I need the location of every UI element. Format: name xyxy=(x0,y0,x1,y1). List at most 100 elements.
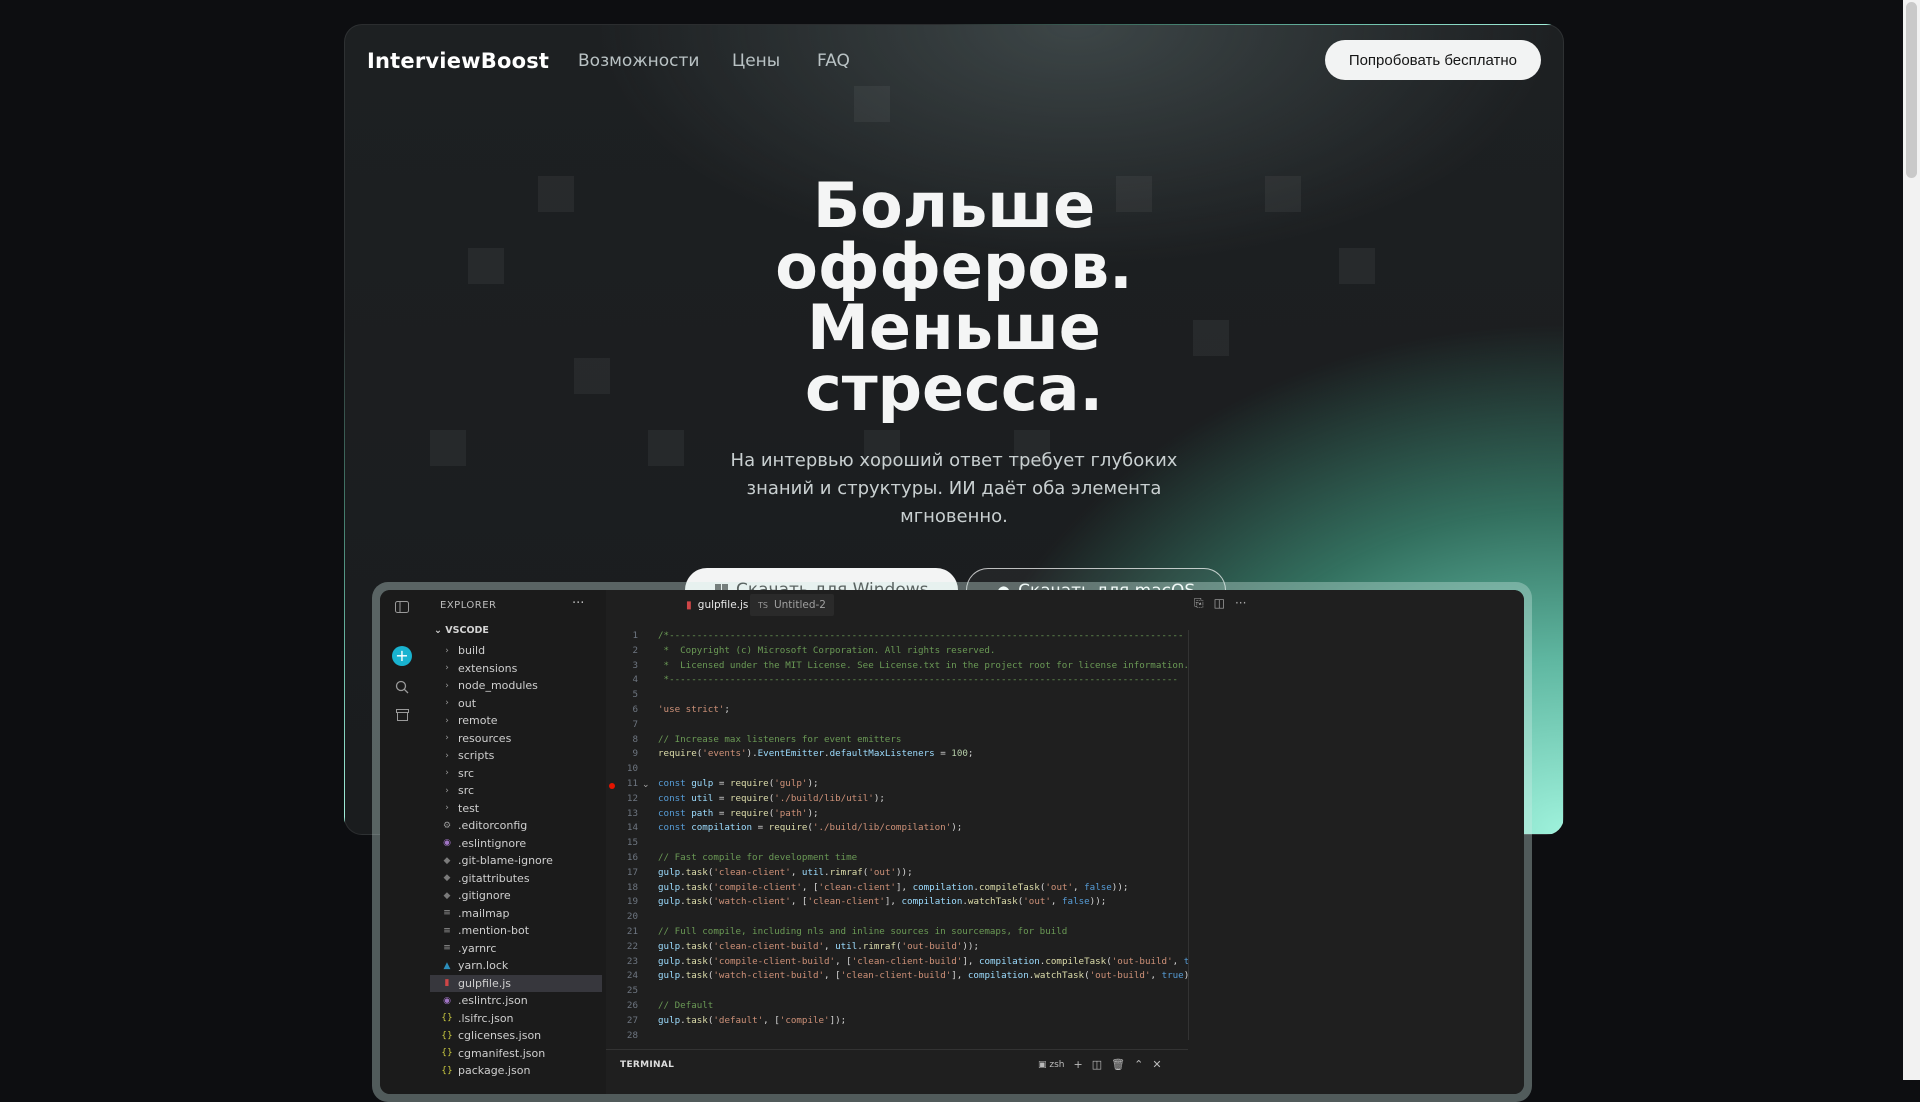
tree-file[interactable]: ◆ .git-blame-ignore xyxy=(426,852,606,870)
ide-preview-frame: + EXPLORER ··· ⌄ VSCODE › build › extension… xyxy=(372,582,1532,1102)
nav-link-faq[interactable]: FAQ xyxy=(817,51,850,71)
breakpoint-icon[interactable] xyxy=(609,783,615,789)
json-icon: {} xyxy=(441,1030,453,1041)
code-token: util xyxy=(691,792,714,804)
code-token: gulp xyxy=(658,970,681,982)
tree-file[interactable]: ▮ gulpfile.js xyxy=(430,974,602,992)
code-token: * Licensed under the MIT License. See Li… xyxy=(658,659,1189,671)
line-number: 9 xyxy=(632,748,638,760)
tree-file[interactable]: ◆ .gitattributes xyxy=(426,870,606,888)
search-icon[interactable] xyxy=(393,680,411,698)
code-line: 5 xyxy=(606,689,1188,704)
trash-icon[interactable]: 🗑 xyxy=(1111,1058,1125,1071)
code-token: task xyxy=(685,955,708,967)
more-icon[interactable]: ··· xyxy=(572,596,584,611)
top-nav: InterviewBoost Возможности Цены FAQ Попр… xyxy=(345,25,1563,97)
try-free-button[interactable]: Попробовать бесплатно xyxy=(1324,40,1541,80)
chevron-right-icon: › xyxy=(445,785,449,796)
nav-link-pricing[interactable]: Цены xyxy=(732,51,780,71)
tree-file[interactable]: ◆ .gitignore xyxy=(426,887,606,905)
code-token: = xyxy=(713,777,730,789)
tree-item-label: .gitattributes xyxy=(458,871,530,885)
tree-file[interactable]: ▲ yarn.lock xyxy=(426,957,606,975)
tree-folder[interactable]: › scripts xyxy=(426,747,606,765)
code-token: 'clean-client' xyxy=(807,896,885,908)
code-token: , [ xyxy=(835,955,852,967)
code-token: util xyxy=(801,866,825,878)
tree-file[interactable]: {} cglicenses.json xyxy=(426,1027,606,1045)
terminal-shell-icon[interactable]: ▣ zsh xyxy=(1038,1060,1065,1070)
root-folder-label: VSCODE xyxy=(445,625,489,636)
code-line: 25 xyxy=(606,985,1188,1000)
tree-file[interactable]: {} package.json xyxy=(426,1062,606,1080)
text-file-icon: ≡ xyxy=(443,943,451,954)
tree-folder[interactable]: › extensions xyxy=(426,660,606,678)
tree-folder[interactable]: › node_modules xyxy=(426,677,606,695)
tree-file[interactable]: ≡ .mention-bot xyxy=(426,922,606,940)
tree-folder[interactable]: › build xyxy=(426,642,606,660)
code-editor[interactable]: ⌄ 1 /*-----------------------------------… xyxy=(606,630,1189,1040)
tree-folder[interactable]: › test xyxy=(426,800,606,818)
nav-link-features[interactable]: Возможности xyxy=(578,51,699,71)
terminal-tab[interactable]: TERMINAL xyxy=(620,1060,674,1070)
code-token: compilation xyxy=(912,881,974,893)
headline-line: Меньше xyxy=(807,291,1101,364)
tree-folder[interactable]: › src xyxy=(426,765,606,783)
tree-item-label: .git-blame-ignore xyxy=(458,854,553,868)
sidebar-toggle-icon[interactable] xyxy=(393,600,411,618)
new-chat-icon[interactable]: + xyxy=(392,646,412,666)
code-token: , [ xyxy=(824,970,841,982)
archive-icon[interactable] xyxy=(393,708,411,726)
page-scrollbar-thumb[interactable] xyxy=(1906,2,1917,178)
code-token: compilation xyxy=(691,822,753,834)
chevron-down-icon[interactable]: ⌄ xyxy=(642,780,650,790)
page-scrollbar-track[interactable] xyxy=(1903,0,1920,1080)
line-number: 25 xyxy=(626,985,638,997)
chevron-up-icon[interactable]: ⌃ xyxy=(1134,1058,1143,1071)
compare-icon[interactable]: ⎘ xyxy=(1194,596,1204,611)
tree-folder[interactable]: › remote xyxy=(426,712,606,730)
tab-label: gulpfile.js xyxy=(697,599,749,611)
chevron-right-icon: › xyxy=(445,768,449,779)
page-title: Больше офферов. Меньше стресса. xyxy=(345,175,1563,420)
code-token: gulp xyxy=(658,955,681,967)
git-icon: ◆ xyxy=(443,890,451,901)
tree-item-label: scripts xyxy=(458,749,495,763)
tree-file[interactable]: {} cgmanifest.json xyxy=(426,1045,606,1063)
text-file-icon: ≡ xyxy=(443,925,451,936)
tree-item-label: build xyxy=(458,644,486,658)
add-terminal-icon[interactable]: + xyxy=(1074,1058,1083,1071)
tree-file[interactable]: ≡ .yarnrc xyxy=(426,940,606,958)
tree-file[interactable]: ≡ .mailmap xyxy=(426,905,606,923)
tree-file[interactable]: ◉ .eslintrc.json xyxy=(426,992,606,1010)
explorer-root-folder[interactable]: ⌄ VSCODE xyxy=(434,625,489,636)
code-token: gulp xyxy=(658,940,681,952)
line-number: 17 xyxy=(626,866,638,878)
split-editor-icon[interactable]: ◫ xyxy=(1214,596,1225,611)
close-icon[interactable]: ✕ xyxy=(1152,1058,1161,1071)
ide-window: + EXPLORER ··· ⌄ VSCODE › build › extension… xyxy=(380,590,1524,1094)
split-terminal-icon[interactable]: ◫ xyxy=(1092,1058,1102,1071)
tree-file[interactable]: ⚙ .editorconfig xyxy=(426,817,606,835)
tree-file[interactable]: {} .lsifrc.json xyxy=(426,1010,606,1028)
tree-folder[interactable]: › src xyxy=(426,782,606,800)
code-token: , xyxy=(1150,970,1162,982)
code-line: 15 xyxy=(606,837,1188,852)
hero-subtitle: На интервью хороший ответ требует глубок… xyxy=(730,450,1178,527)
tree-folder[interactable]: › out xyxy=(426,695,606,713)
chevron-right-icon: › xyxy=(445,715,449,726)
eslint-icon: ◉ xyxy=(443,838,451,849)
code-token: , xyxy=(790,866,802,878)
tree-folder[interactable]: › resources xyxy=(426,730,606,748)
tab-untitled[interactable]: TS Untitled-2 xyxy=(750,594,834,616)
more-icon[interactable]: ··· xyxy=(1235,596,1246,611)
tree-file[interactable]: ◉ .eslintignore xyxy=(426,835,606,853)
logo[interactable]: InterviewBoost xyxy=(367,49,549,73)
tree-item-label: cgmanifest.json xyxy=(458,1046,546,1060)
tree-item-label: cglicenses.json xyxy=(458,1029,542,1043)
code-token: 'path' xyxy=(774,807,808,819)
chevron-right-icon: › xyxy=(445,733,449,744)
line-number: 8 xyxy=(632,733,638,745)
tree-item-label: resources xyxy=(458,731,512,745)
chevron-right-icon: › xyxy=(445,698,449,709)
